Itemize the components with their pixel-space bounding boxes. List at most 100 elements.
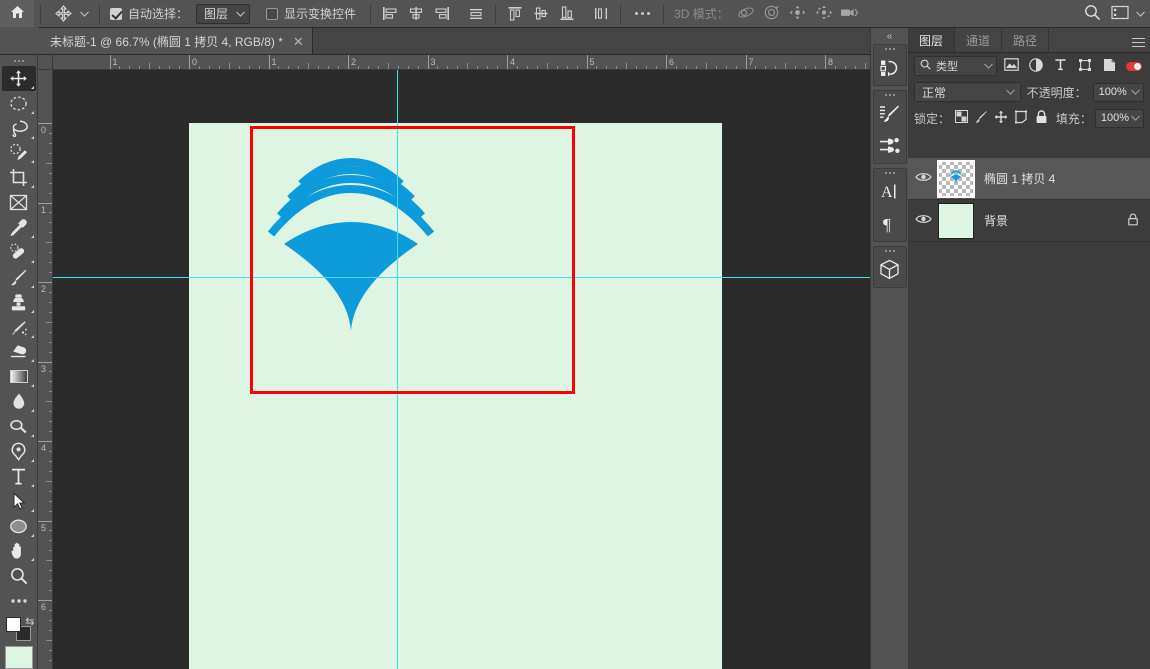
3d-slide-button[interactable]	[811, 2, 837, 26]
home-button[interactable]	[0, 0, 34, 27]
panel-menu-button[interactable]	[1126, 28, 1150, 52]
history-brush-tool[interactable]	[2, 315, 36, 340]
quick-mask-swatch[interactable]	[5, 646, 33, 669]
eyedropper-tool[interactable]	[2, 215, 36, 240]
crop-tool[interactable]	[2, 165, 36, 190]
show-transform-controls-checkbox[interactable]: 显示变换控件	[262, 5, 360, 22]
tool-group-corner	[31, 235, 34, 238]
layer-filter-type-select[interactable]: 类型	[914, 56, 997, 76]
workspace-chevron-button[interactable]	[1134, 2, 1146, 26]
color-swatches[interactable]: ⇆	[2, 615, 36, 642]
3d-orbit-button[interactable]	[733, 2, 759, 26]
lock-artboard-nesting-button[interactable]	[1013, 109, 1030, 128]
tab-channels[interactable]: 通道	[955, 28, 1002, 52]
lasso-tool[interactable]	[2, 116, 36, 141]
align-top-button[interactable]	[502, 2, 528, 26]
pen-tool[interactable]	[2, 439, 36, 464]
dock-grip[interactable]	[874, 247, 906, 255]
dock-grip[interactable]	[874, 91, 906, 99]
collapse-panels-button[interactable]: «	[871, 28, 909, 44]
blend-mode-select[interactable]: 正常	[914, 82, 1021, 102]
align-bottom-button[interactable]	[554, 2, 580, 26]
workspace-switcher-button[interactable]	[1106, 2, 1134, 26]
close-icon[interactable]: ✕	[293, 35, 304, 48]
3d-camera-button[interactable]	[837, 2, 863, 26]
3d-panel-button[interactable]	[874, 255, 906, 287]
tool-preset-picker[interactable]	[47, 2, 93, 26]
distribute-vertical-button[interactable]	[588, 2, 614, 26]
3d-roll-button[interactable]	[759, 2, 785, 26]
brush-presets-icon	[879, 137, 901, 158]
filter-type-button[interactable]	[1051, 56, 1071, 76]
history-panel-button[interactable]	[874, 53, 906, 85]
document-tab[interactable]: 未标题-1 @ 66.7% (椭圆 1 拷贝 4, RGB/8) * ✕	[38, 28, 313, 54]
healing-brush-tool[interactable]	[2, 240, 36, 265]
swap-colors-icon[interactable]: ⇆	[25, 615, 34, 628]
move-arrows-icon	[994, 110, 1008, 127]
filter-adjustment-button[interactable]	[1026, 56, 1046, 76]
lock-image-pixels-button[interactable]	[973, 109, 990, 128]
dock-grip[interactable]	[874, 169, 906, 177]
character-panel-button[interactable]: A	[874, 177, 906, 209]
layer-visibility-toggle[interactable]	[908, 158, 938, 200]
table-row[interactable]: 椭圆 1 拷贝 4	[908, 158, 1150, 200]
distribute-horizontal-button[interactable]	[463, 2, 489, 26]
hand-tool[interactable]	[2, 539, 36, 564]
layer-thumbnail[interactable]	[938, 161, 974, 197]
more-options-button[interactable]	[627, 2, 657, 26]
fill-input[interactable]: 100%	[1095, 109, 1144, 128]
dock-grip[interactable]	[874, 45, 906, 53]
dodge-tool[interactable]	[2, 414, 36, 439]
layer-thumbnail[interactable]	[938, 203, 974, 239]
lock-all-button[interactable]	[1033, 109, 1050, 128]
lock-position-button[interactable]	[993, 109, 1010, 128]
lock-transparent-pixels-button[interactable]	[953, 109, 970, 128]
filter-shape-button[interactable]	[1075, 56, 1095, 76]
filter-pixel-button[interactable]	[1002, 56, 1022, 76]
vertical-ruler[interactable]: 0123456	[38, 70, 53, 669]
auto-select-scope-select[interactable]: 图层	[196, 4, 250, 24]
quick-selection-tool[interactable]	[2, 141, 36, 166]
path-selection-tool[interactable]	[2, 489, 36, 514]
ellipse-tool[interactable]	[2, 514, 36, 539]
search-button[interactable]	[1078, 2, 1106, 26]
opacity-input[interactable]: 100%	[1093, 83, 1144, 102]
ruler-corner[interactable]	[38, 55, 53, 70]
align-center-horizontal-button[interactable]	[403, 2, 429, 26]
blur-tool[interactable]	[2, 389, 36, 414]
filter-smart-object-button[interactable]	[1100, 56, 1120, 76]
selection-rectangle[interactable]	[250, 126, 575, 394]
tab-layers[interactable]: 图层	[908, 28, 955, 52]
ruler-label: 0	[41, 126, 46, 135]
move-tool[interactable]	[2, 66, 36, 91]
edit-toolbar-button[interactable]	[2, 588, 36, 613]
zoom-tool[interactable]	[2, 563, 36, 588]
brush-settings-panel-button[interactable]	[874, 99, 906, 131]
auto-select-checkbox[interactable]: 自动选择：	[106, 5, 192, 22]
align-left-button[interactable]	[377, 2, 403, 26]
clone-stamp-tool[interactable]	[2, 290, 36, 315]
tab-paths[interactable]: 路径	[1002, 28, 1049, 52]
gradient-tool[interactable]	[2, 364, 36, 389]
canvas-viewport[interactable]	[53, 70, 870, 669]
type-tool[interactable]	[2, 464, 36, 489]
brush-tool[interactable]	[2, 265, 36, 290]
horizontal-ruler[interactable]: 1012345678	[38, 55, 870, 70]
brush-presets-panel-button[interactable]	[874, 131, 906, 163]
foreground-color-swatch[interactable]	[6, 617, 21, 632]
filter-enable-toggle[interactable]	[1124, 56, 1144, 76]
3d-pan-button[interactable]	[785, 2, 811, 26]
marquee-tool[interactable]	[2, 91, 36, 116]
layer-visibility-toggle[interactable]	[908, 200, 938, 242]
tools-panel-grip[interactable]	[0, 57, 37, 66]
frame-tool[interactable]	[2, 190, 36, 215]
ruler-minor-tick	[229, 63, 230, 70]
eraser-tool[interactable]	[2, 340, 36, 365]
paragraph-panel-button[interactable]: ¶	[874, 209, 906, 241]
path-selection-icon	[12, 492, 26, 511]
align-right-button[interactable]	[429, 2, 455, 26]
align-middle-vertical-button[interactable]	[528, 2, 554, 26]
table-row[interactable]: 背景	[908, 200, 1150, 242]
clone-stamp-icon	[9, 293, 28, 312]
layer-locked-indicator	[1124, 213, 1142, 229]
